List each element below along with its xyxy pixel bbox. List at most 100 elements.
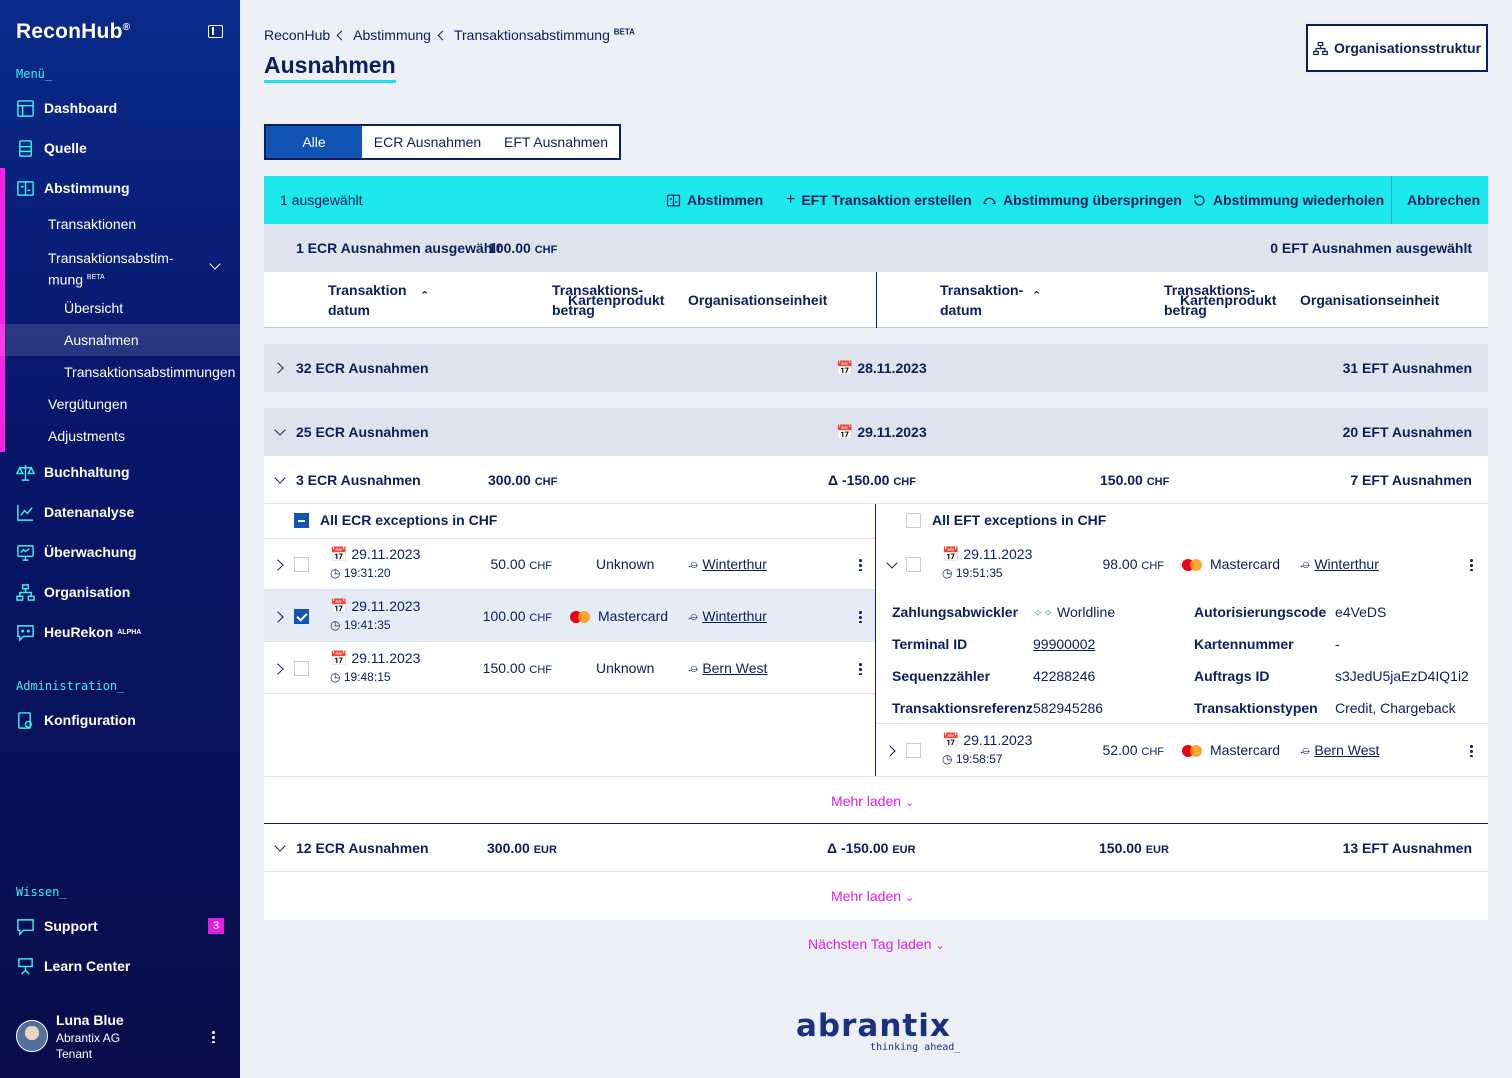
nav-transaktionsabstimmungen[interactable]: Transaktionsabstimmungen [0, 356, 240, 388]
table-row[interactable]: 📅 29.11.2023 ◷ 19:41:35 100.00 CHF Maste… [264, 590, 875, 642]
row-date: 📅 29.11.2023 [330, 546, 421, 562]
nav-dashboard[interactable]: Dashboard [0, 88, 240, 128]
location-icon: ⌮ [688, 608, 699, 624]
load-more-button[interactable]: Mehr laden ⌄ [831, 888, 914, 904]
detail-value: ✧✧ Worldline [1033, 604, 1116, 620]
table-row-expanded[interactable]: 📅 29.11.2023 ◷ 19:51:35 98.00 CHF Master… [876, 538, 1488, 724]
col-org-right[interactable]: Organisationseinheit [1300, 290, 1439, 310]
chevron-down-icon[interactable] [209, 258, 221, 270]
breadcrumb-reconhub[interactable]: ReconHub [264, 27, 330, 43]
row-menu-icon[interactable] [1470, 744, 1473, 757]
nav-konfiguration[interactable]: Konfiguration [0, 700, 240, 740]
row-menu-icon[interactable] [859, 610, 862, 623]
row-menu-icon[interactable] [859, 558, 862, 571]
abstimmen-button[interactable]: Abstimmen [666, 176, 763, 224]
col-org-left[interactable]: Organisationseinheit [688, 290, 827, 310]
detail-key: Kartennummer [1194, 636, 1294, 652]
app-logo[interactable]: ReconHub® [16, 20, 130, 44]
tab-ecr-ausnahmen[interactable]: ECR Ausnahmen [362, 126, 493, 158]
create-eft-button[interactable]: + EFT Transaktion erstellen [786, 176, 972, 224]
row-checkbox[interactable] [294, 609, 309, 624]
avatar[interactable] [16, 1020, 48, 1052]
nav-quelle[interactable]: Quelle [0, 128, 240, 168]
repeat-button[interactable]: Abstimmung wiederholen [1192, 176, 1384, 224]
row-org[interactable]: ⌮ Bern West [1300, 742, 1379, 759]
currency-group-row[interactable]: 3 ECR Ausnahmen 300.00 CHF Δ -150.00 CHF… [264, 456, 1488, 504]
row-org[interactable]: ⌮ Bern West [688, 660, 767, 677]
user-menu-icon[interactable] [212, 1030, 215, 1043]
col-card-left[interactable]: Kartenprodukt [568, 290, 664, 310]
org-icon [16, 583, 35, 602]
breadcrumb-abstimmung[interactable]: Abstimmung [353, 27, 431, 43]
menu-section-label: Menü_ [16, 67, 53, 81]
chevron-down-icon[interactable] [886, 557, 898, 569]
row-checkbox[interactable] [294, 661, 309, 676]
organisationsstruktur-button[interactable]: Organisationsstruktur [1306, 24, 1488, 72]
nav-ueberwachung-label: Überwachung [44, 544, 137, 560]
col-card-right[interactable]: Kartenprodukt [1180, 290, 1276, 310]
row-org[interactable]: ⌮ Winterthur [1300, 556, 1379, 573]
nav-transaktionsabstimmung[interactable]: Transaktionsabstim- mung BETA [48, 248, 208, 290]
select-all-ecr-checkbox[interactable] [294, 513, 309, 528]
load-more-button[interactable]: Mehr laden ⌄ [831, 793, 914, 809]
chevron-right-icon[interactable] [272, 663, 284, 675]
row-org[interactable]: ⌮ Winterthur [688, 608, 767, 625]
chevron-down-icon[interactable] [274, 472, 286, 484]
chevron-right-icon[interactable] [272, 559, 284, 571]
terminal-id-link[interactable]: 99900002 [1033, 636, 1095, 652]
col-amount-right[interactable]: Transaktions-betrag [1072, 280, 1255, 318]
load-next-day-button[interactable]: Nächsten Tag laden ⌄ [808, 936, 945, 952]
chevron-right-icon[interactable] [884, 745, 896, 757]
nav-adjustments[interactable]: Adjustments [0, 420, 240, 452]
sort-asc-icon[interactable]: ⌃ [420, 286, 429, 306]
row-menu-icon[interactable] [1470, 558, 1473, 571]
tab-eft-ausnahmen[interactable]: EFT Ausnahmen [493, 126, 619, 158]
nav-buchhaltung[interactable]: Buchhaltung [0, 452, 240, 492]
cancel-button[interactable]: Abbrechen [1407, 176, 1480, 224]
nav-learn-center[interactable]: Learn Center [0, 946, 240, 986]
user-org: Abrantix AG [56, 1031, 121, 1045]
chevron-down-icon[interactable] [274, 840, 286, 852]
chevron-right-icon[interactable] [272, 611, 284, 623]
select-all-eft-checkbox[interactable] [906, 513, 921, 528]
table-row[interactable]: 📅 29.11.2023 ◷ 19:58:57 52.00 CHF Master… [876, 724, 1488, 776]
alpha-tag: ALPHA [117, 628, 142, 636]
col-amount-left[interactable]: Transaktions-betrag [460, 280, 643, 318]
table-row[interactable]: 📅 29.11.2023 ◷ 19:48:15 150.00 CHF Unkno… [264, 642, 875, 694]
breadcrumb-transaktionsabstimmung[interactable]: Transaktionsabstimmung BETA [454, 27, 635, 43]
skip-button[interactable]: Abstimmung überspringen [982, 176, 1182, 224]
nav-datenanalyse[interactable]: Datenanalyse [0, 492, 240, 532]
nav-support[interactable]: Support [0, 906, 240, 946]
nav-transaktionen[interactable]: Transaktionen [0, 208, 240, 240]
chevron-down-icon[interactable] [274, 424, 286, 436]
nav-heurekon[interactable]: HeuRekon ALPHA [0, 612, 240, 652]
row-time: ◷ 19:48:15 [330, 670, 391, 684]
currency-group-row[interactable]: 12 ECR Ausnahmen 300.00 EUR Δ -150.00 EU… [264, 824, 1488, 872]
date-group-row[interactable]: 25 ECR Ausnahmen 📅 29.11.2023 20 EFT Aus… [264, 408, 1488, 456]
nav-organisation[interactable]: Organisation [0, 572, 240, 612]
chevron-right-icon[interactable] [272, 362, 284, 374]
nav-abstimmung[interactable]: Abstimmung [0, 168, 240, 208]
nav-ueberwachung[interactable]: Überwachung [0, 532, 240, 572]
mastercard-icon [1182, 559, 1204, 572]
row-menu-icon[interactable] [859, 662, 862, 675]
date-group-row[interactable]: 32 ECR Ausnahmen 📅 28.11.2023 31 EFT Aus… [264, 344, 1488, 392]
table-row[interactable]: 📅 29.11.2023 ◷ 19:31:20 50.00 CHF Unknow… [264, 538, 875, 590]
nav-learn-center-label: Learn Center [44, 958, 131, 974]
calendar-icon: 📅 [836, 360, 854, 376]
row-checkbox[interactable] [294, 557, 309, 572]
nav-ausnahmen[interactable]: Ausnahmen [0, 324, 240, 356]
row-org[interactable]: ⌮ Winterthur [688, 556, 767, 573]
row-time: ◷ 19:31:20 [330, 566, 391, 580]
tab-alle[interactable]: Alle [266, 126, 362, 158]
collapse-sidebar-icon[interactable] [208, 25, 223, 38]
row-checkbox[interactable] [906, 743, 921, 758]
row-checkbox[interactable] [906, 557, 921, 572]
abstimmen-label: Abstimmen [687, 192, 764, 208]
nav-verguetungen[interactable]: Vergütungen [0, 388, 240, 420]
clock-icon: ◷ [330, 618, 341, 632]
sort-asc-icon[interactable]: ⌃ [1032, 286, 1041, 306]
nav-uebersicht[interactable]: Übersicht [0, 292, 240, 324]
detail-key: Autorisierungscode [1194, 604, 1327, 620]
detail-key: Auftrags ID [1194, 668, 1270, 684]
